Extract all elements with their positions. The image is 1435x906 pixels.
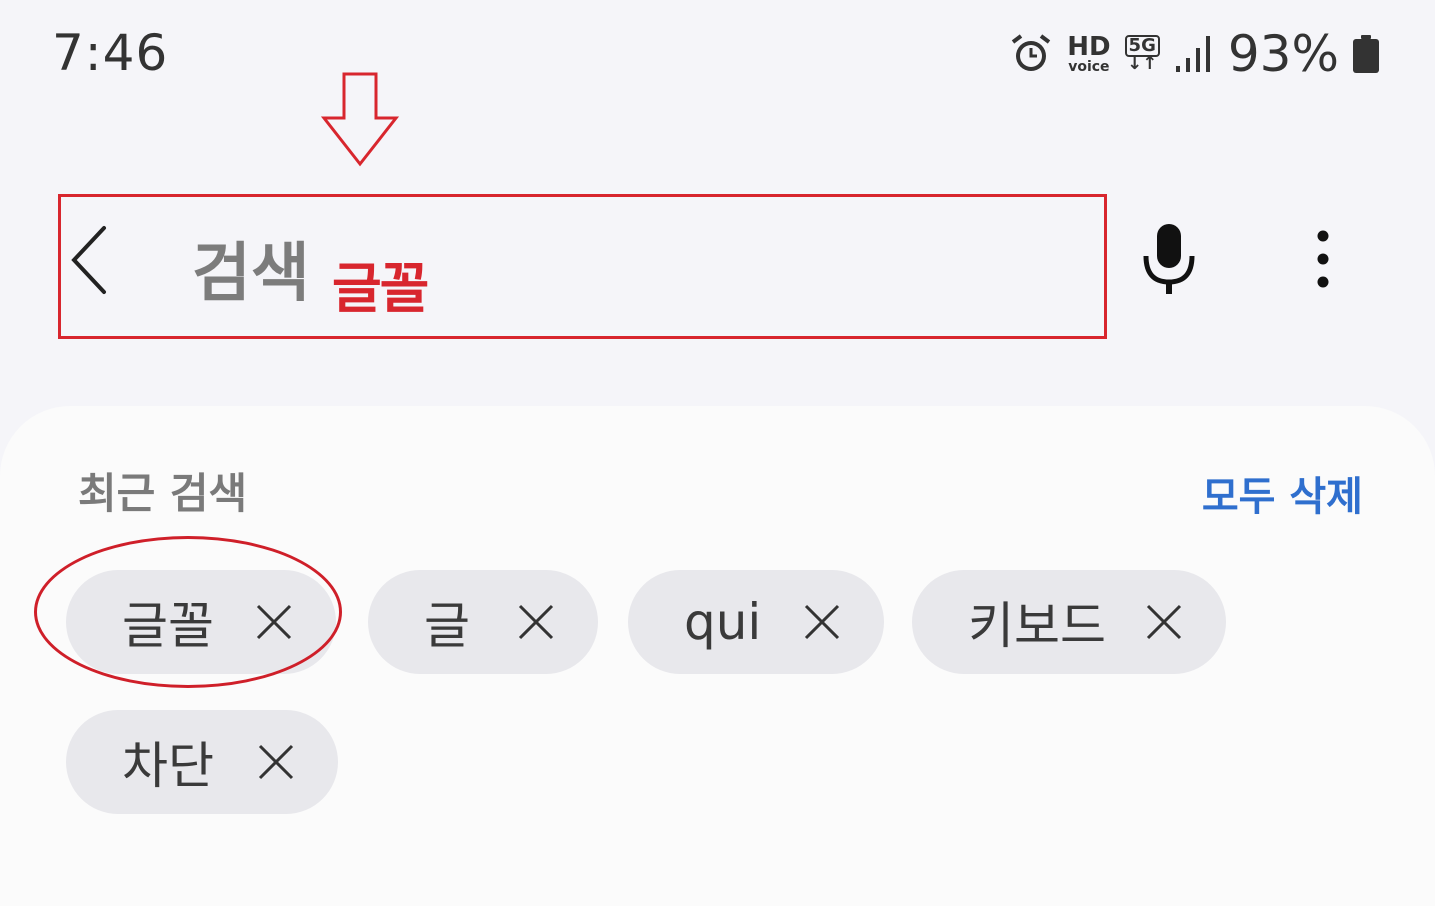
close-icon[interactable] [1144, 602, 1184, 642]
recent-searches-title: 최근 검색 [78, 469, 248, 518]
recent-chip[interactable]: 키보드 [912, 570, 1226, 674]
status-time: 7:46 [52, 24, 169, 82]
data-arrows-icon: ↓↑ [1127, 53, 1158, 74]
more-options-icon[interactable] [1308, 228, 1338, 292]
chip-label: 글 [424, 597, 470, 655]
recent-chip[interactable]: 글 [368, 570, 598, 674]
close-icon[interactable] [256, 742, 296, 782]
clear-all-button[interactable]: 모두 삭제 [1202, 464, 1363, 522]
search-input[interactable]: 검색 [192, 222, 310, 314]
status-icons: HD voice 5G ↓↑ 93% [1009, 22, 1379, 86]
annotation-label: 글꼴 [332, 257, 429, 320]
chip-label: 키보드 [968, 597, 1106, 655]
voice-label: voice [1068, 59, 1110, 75]
recent-chip[interactable]: 차단 [66, 710, 338, 814]
recent-chip[interactable]: qui [628, 570, 884, 674]
chip-label: 차단 [122, 737, 214, 795]
close-icon[interactable] [802, 602, 842, 642]
mic-icon[interactable] [1140, 222, 1198, 298]
alarm-icon [1012, 34, 1051, 71]
5g-icon: 5G ↓↑ [1124, 35, 1160, 74]
hd-label: HD [1067, 32, 1111, 62]
battery-icon [1353, 35, 1379, 73]
annotation-circle [34, 536, 342, 688]
back-arrow-icon[interactable] [64, 222, 114, 298]
battery-percent: 93% [1227, 25, 1339, 83]
annotation-arrow-icon [320, 72, 400, 167]
signal-icon [1175, 36, 1210, 72]
close-icon[interactable] [516, 602, 556, 642]
hd-voice-icon: HD voice [1067, 34, 1110, 74]
chip-label: qui [684, 593, 762, 651]
